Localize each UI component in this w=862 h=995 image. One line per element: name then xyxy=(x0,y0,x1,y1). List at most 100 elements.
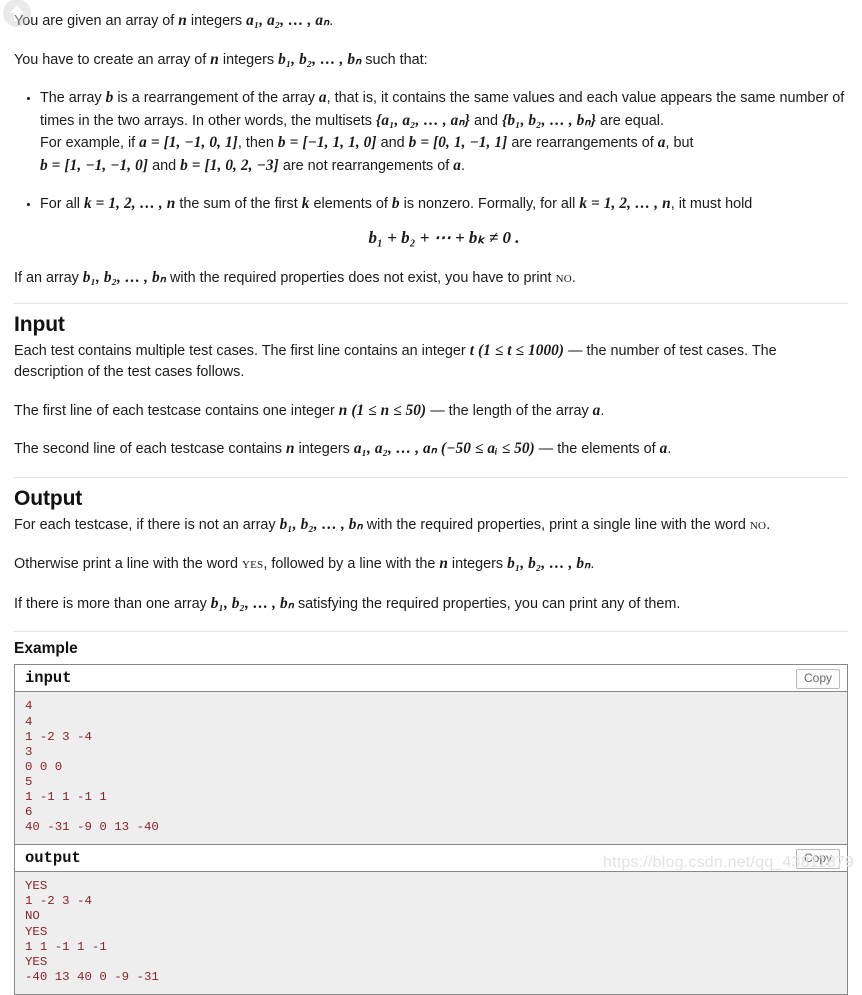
math-array-a: a₁, a₂, … , aₙ xyxy=(246,12,330,29)
math-example-b2: b = [0, 1, −1, 1] xyxy=(408,134,508,152)
text-fragment: and xyxy=(148,157,181,174)
text-fragment: You are given an array of xyxy=(14,13,179,29)
math-b: b xyxy=(391,195,400,213)
math-multiset-a: {a₁, a₂, … , aₙ} xyxy=(375,111,470,129)
text-fragment: The second line of each testcase contain… xyxy=(14,441,286,458)
output-paragraph-1: For each testcase, if there is not an ar… xyxy=(14,514,848,536)
math-example-b4: b = [1, 0, 2, −3] xyxy=(180,156,279,174)
sample-input-block: input Copy 4 4 1 -2 3 -4 3 0 0 0 5 1 -1 … xyxy=(15,665,847,846)
text-fragment: integers xyxy=(186,13,247,29)
math-array-b: b₁, b₂, … , bₙ xyxy=(210,594,294,612)
math-example-b1: b = [−1, 1, 1, 0] xyxy=(277,134,377,152)
condition-item-prefix-sum: For all k = 1, 2, … , n the sum of the f… xyxy=(40,193,848,250)
text-fragment: with the required properties, print a si… xyxy=(362,517,750,534)
text-fragment: If an array xyxy=(14,269,83,286)
text-fragment: integers xyxy=(218,51,279,68)
math-k: k xyxy=(301,195,310,213)
input-paragraph-1: Each test contains multiple test cases. … xyxy=(14,340,848,382)
text-fragment: are equal. xyxy=(596,112,665,129)
text-fragment: Each test contains multiple test cases. … xyxy=(14,343,470,360)
math-n: n xyxy=(210,50,219,68)
statement-no-answer: If an array b₁, b₂, … , bₙ with the requ… xyxy=(14,267,848,289)
text-fragment: If there is more than one array xyxy=(14,595,211,612)
section-divider xyxy=(14,476,848,478)
text-fragment: integers xyxy=(294,441,354,458)
text-fragment: — the length of the array xyxy=(426,402,593,419)
text-fragment: . xyxy=(600,402,605,419)
sample-output-text: YES 1 -2 3 -4 NO YES 1 1 -1 1 -1 YES -40… xyxy=(15,872,847,994)
text-fragment: For all xyxy=(40,196,84,213)
text-fragment: is nonzero. Formally, for all xyxy=(399,196,580,213)
math-n: n xyxy=(178,12,187,29)
keyword-yes: yes xyxy=(241,556,264,573)
input-section-title: Input xyxy=(14,313,65,337)
text-fragment: . xyxy=(590,556,595,573)
conditions-list: The array b is a rearrangement of the ar… xyxy=(14,87,848,250)
text-fragment: satisfying the required properties, you … xyxy=(293,595,681,612)
output-paragraph-2: Otherwise print a line with the word yes… xyxy=(14,553,848,575)
copy-input-button[interactable]: Copy xyxy=(795,669,840,690)
text-fragment: — the elements of xyxy=(534,441,660,458)
math-ai-range: (−50 ≤ aᵢ ≤ 50) xyxy=(437,440,535,458)
sample-input-label: input xyxy=(25,669,72,688)
text-fragment: are not rearrangements of xyxy=(278,157,454,174)
text-fragment: . xyxy=(460,157,465,174)
text-fragment: . xyxy=(571,269,576,286)
text-fragment: the sum of the first xyxy=(175,196,302,213)
text-fragment: , it must hold xyxy=(670,196,753,213)
statement-paragraph-1: You are given an array of n integers a₁,… xyxy=(14,10,848,32)
condition-item-rearrangement: The array b is a rearrangement of the ar… xyxy=(40,87,848,177)
math-k-range: k = 1, 2, … , n xyxy=(83,195,176,213)
text-fragment: elements of xyxy=(309,196,392,213)
math-n-range: n (1 ≤ n ≤ 50) xyxy=(338,401,427,419)
text-fragment: and xyxy=(469,112,502,129)
text-fragment: Otherwise print a line with the word xyxy=(14,556,242,573)
math-array-b: b₁, b₂, … , bₙ xyxy=(279,516,363,534)
math-multiset-b: {b₁, b₂, … , bₙ} xyxy=(501,111,596,129)
math-n: n xyxy=(439,555,448,573)
text-fragment: , followed by a line with the xyxy=(263,556,440,573)
problem-content: You are given an array of n integers a₁,… xyxy=(0,0,862,995)
section-divider xyxy=(14,303,848,305)
text-fragment: The first line of each testcase contains… xyxy=(14,402,339,419)
text-fragment: The array xyxy=(40,90,106,107)
text-fragment: For example, if xyxy=(40,135,140,152)
section-divider xyxy=(14,631,848,633)
sample-output-label: output xyxy=(25,849,81,868)
math-example-b3: b = [1, −1, −1, 0] xyxy=(40,156,149,174)
input-paragraph-2: The first line of each testcase contains… xyxy=(14,400,848,422)
text-fragment: , but xyxy=(665,135,694,152)
math-a: a xyxy=(453,156,461,174)
text-fragment: are rearrangements of xyxy=(507,135,658,152)
sample-tests: input Copy 4 4 1 -2 3 -4 3 0 0 0 5 1 -1 … xyxy=(14,664,848,995)
output-section-title: Output xyxy=(14,486,83,510)
sample-input-text: 4 4 1 -2 3 -4 3 0 0 0 5 1 -1 1 -1 1 6 40… xyxy=(15,692,847,846)
sample-output-header: output Copy xyxy=(15,845,847,873)
text-fragment: is a rearrangement of the array xyxy=(113,90,319,107)
math-k-range: k = 1, 2, … , n xyxy=(579,195,671,213)
text-fragment: with the required properties does not ex… xyxy=(165,269,556,286)
copy-output-button[interactable]: Copy xyxy=(795,849,840,870)
keyword-no: no xyxy=(749,517,767,534)
sample-output-block: output Copy YES 1 -2 3 -4 NO YES 1 1 -1 … xyxy=(15,845,847,994)
math-example-a: a = [1, −1, 0, 1] xyxy=(139,134,238,152)
display-formula: b₁ + b₂ + ⋯ + bₖ ≠ 0 . xyxy=(368,227,520,247)
text-fragment: . xyxy=(766,517,771,534)
keyword-no: no xyxy=(555,269,572,286)
math-a: a xyxy=(318,89,327,107)
math-array-b: b₁, b₂, … , bₙ xyxy=(278,50,362,68)
statement-paragraph-2: You have to create an array of n integer… xyxy=(14,49,848,71)
math-array-b: b₁, b₂, … , bₙ xyxy=(82,268,166,286)
text-fragment: For each testcase, if there is not an ar… xyxy=(14,517,280,534)
example-section-title: Example xyxy=(14,640,78,658)
arrow-up-icon[interactable] xyxy=(2,0,32,28)
sample-input-header: input Copy xyxy=(15,665,847,693)
output-paragraph-3: If there is more than one array b₁, b₂, … xyxy=(14,593,848,615)
text-fragment: You have to create an array of xyxy=(14,51,211,68)
math-n: n xyxy=(286,440,295,458)
text-fragment: . xyxy=(329,13,334,29)
problem-page: You are given an array of n integers a₁,… xyxy=(0,0,862,995)
math-array-b: b₁, b₂, … , bₙ xyxy=(507,555,591,573)
math-a: a xyxy=(657,134,666,152)
input-paragraph-3: The second line of each testcase contain… xyxy=(14,438,848,460)
